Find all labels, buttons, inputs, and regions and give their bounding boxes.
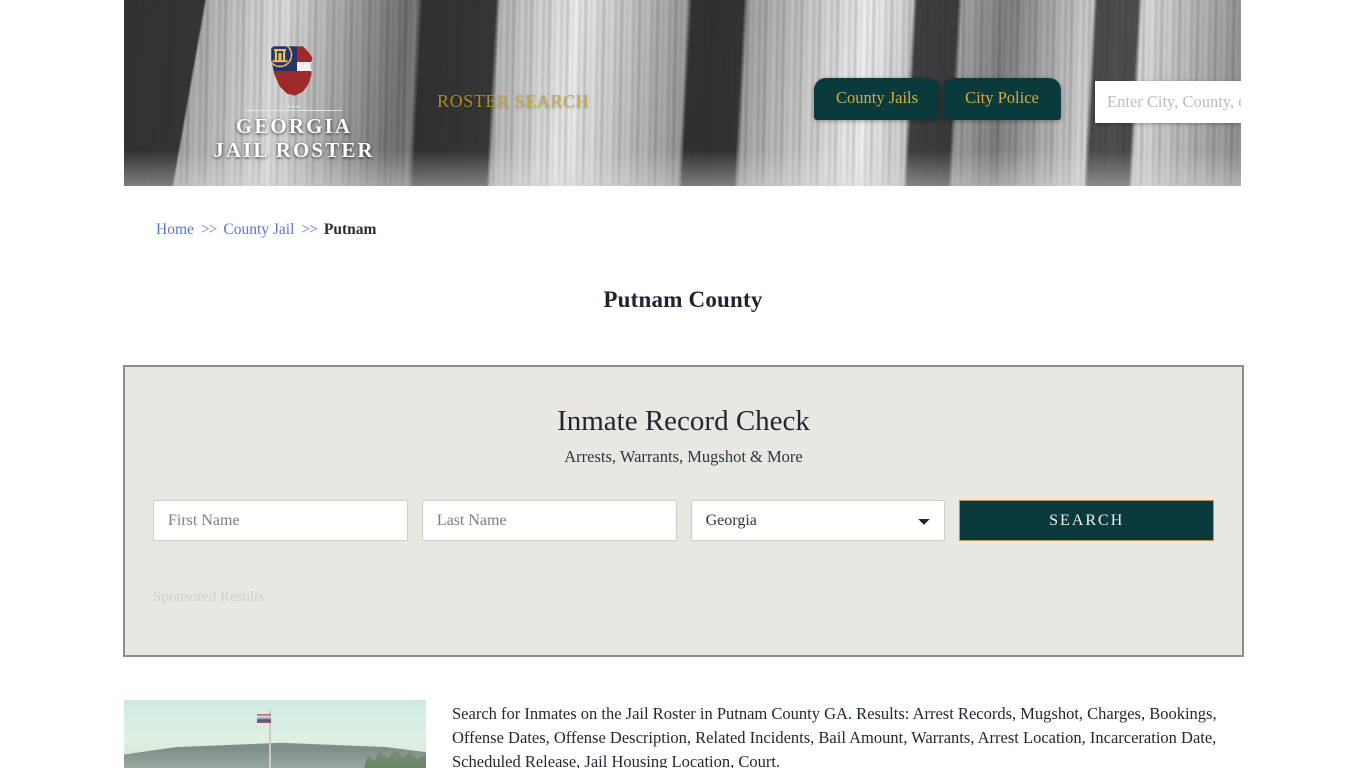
breadcrumb-link-home[interactable]: Home: [156, 221, 194, 238]
inmate-search-button[interactable]: SEARCH: [959, 500, 1215, 541]
nav-tab-county-jails[interactable]: County Jails: [814, 78, 941, 120]
card-title: Inmate Record Check: [557, 405, 810, 437]
inmate-record-check-card: Inmate Record Check Arrests, Warrants, M…: [123, 365, 1244, 657]
logo-divider: [246, 110, 342, 111]
first-name-input[interactable]: [153, 500, 408, 541]
logo-line-georgia: GEORGIA: [235, 114, 353, 138]
nav-tab-city-police[interactable]: City Police: [943, 78, 1061, 120]
logo-line-jail-roster: JAIL ROSTER: [213, 137, 375, 162]
georgia-state-flag-icon: [263, 40, 325, 102]
page-root: GEORGIA JAIL ROSTER ROSTER SEARCH County…: [0, 0, 1366, 768]
page-title: Putnam County: [603, 287, 763, 313]
jail-photo: [124, 700, 426, 768]
jail-description: Search for Inmates on the Jail Roster in…: [452, 704, 1217, 768]
header-search-input[interactable]: [1095, 81, 1241, 123]
inmate-search-form: Georgia SEARCH: [153, 500, 1215, 541]
breadcrumb: Home >> County Jail >> Putnam: [156, 221, 376, 239]
breadcrumb-link-county-jail[interactable]: County Jail: [223, 221, 294, 238]
card-subtitle: Arrests, Warrants, Mugshot & More: [564, 447, 803, 466]
last-name-input[interactable]: [421, 500, 677, 541]
header-tagline: ROSTER SEARCH: [437, 91, 590, 111]
site-header: GEORGIA JAIL ROSTER ROSTER SEARCH County…: [124, 0, 1241, 186]
sponsored-results-label: Sponsored Results: [153, 589, 265, 605]
breadcrumb-separator-2: >>: [301, 221, 318, 238]
bottom-content: Search for Inmates on the Jail Roster in…: [124, 700, 1241, 768]
state-select[interactable]: Georgia: [690, 500, 946, 541]
header-search: [1095, 81, 1241, 123]
breadcrumb-separator-1: >>: [200, 221, 218, 238]
primary-nav: County Jails City Police: [814, 78, 1061, 120]
photo-flag: [257, 714, 272, 723]
site-logo[interactable]: GEORGIA JAIL ROSTER: [189, 40, 399, 162]
breadcrumb-current: Putnam: [323, 221, 377, 238]
